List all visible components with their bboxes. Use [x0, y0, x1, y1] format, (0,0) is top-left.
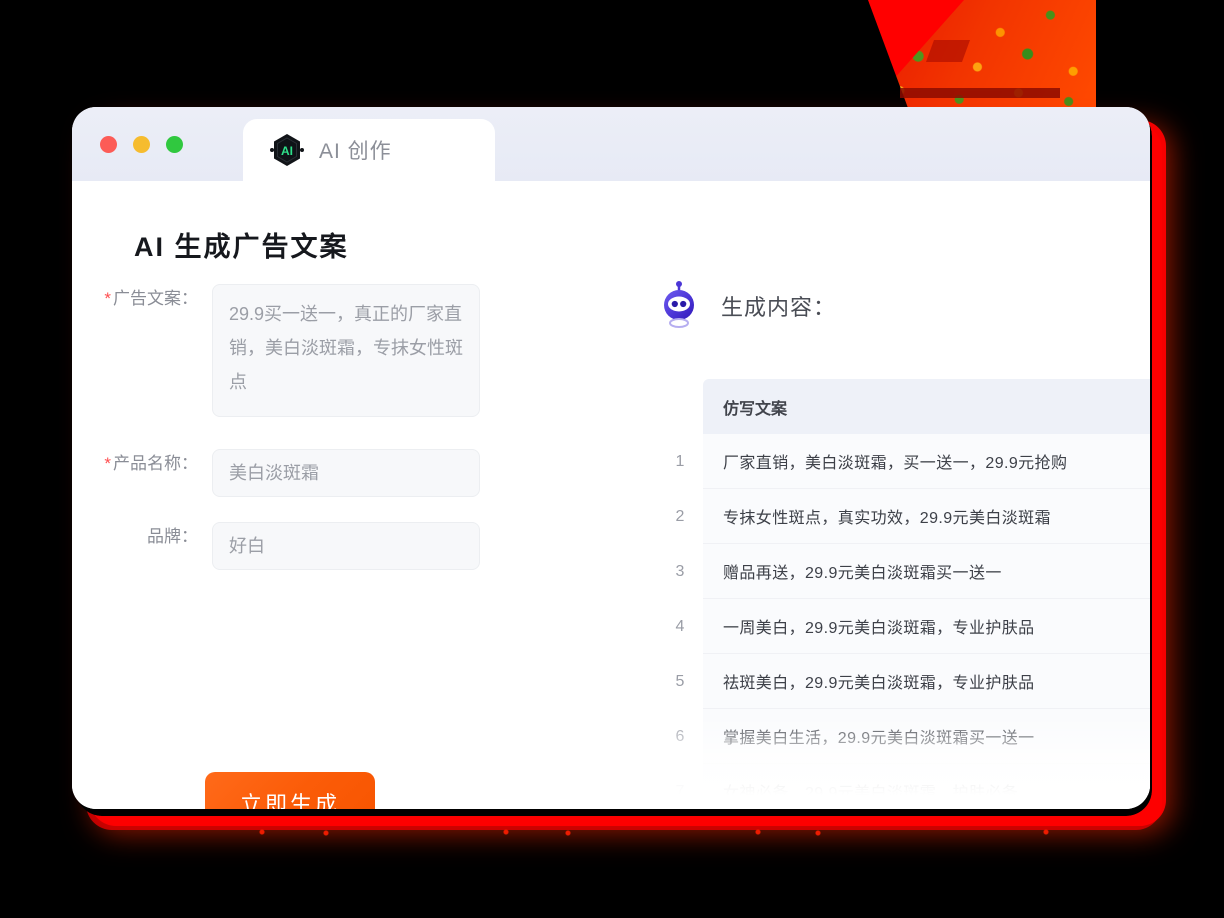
- page-title: AI 生成广告文案: [134, 232, 349, 262]
- row-cell-wrap: 女神必备，29.9元美白淡斑霜，护肤必备: [703, 764, 1150, 795]
- label-product-name: * 产品名称：: [72, 449, 212, 479]
- table-row[interactable]: 3 赠品再送，29.9元美白淡斑霜买一送一: [657, 544, 1150, 599]
- column-header-rewrite-copy: 仿写文案: [703, 379, 1150, 434]
- row-text: 一周美白，29.9元美白淡斑霜，专业护肤品: [723, 620, 1035, 637]
- row-index: 4: [675, 617, 685, 635]
- row-index: 3: [675, 562, 685, 580]
- row-card[interactable]: 厂家直销，美白淡斑霜，买一送一，29.9元抢购: [703, 434, 1150, 489]
- results-table-header-row: 仿写文案: [657, 379, 1150, 434]
- table-row[interactable]: 1 厂家直销，美白淡斑霜，买一送一，29.9元抢购: [657, 434, 1150, 489]
- ad-copy-textarea[interactable]: 29.9买一送一，真正的厂家直销，美白淡斑霜，专抹女性斑点: [212, 284, 480, 417]
- row-cell-wrap: 一周美白，29.9元美白淡斑霜，专业护肤品: [703, 599, 1150, 654]
- header-cell-wrap: 仿写文案: [703, 379, 1150, 434]
- table-row[interactable]: 4 一周美白，29.9元美白淡斑霜，专业护肤品: [657, 599, 1150, 654]
- row-text: 专抹女性斑点，真实功效，29.9元美白淡斑霜: [723, 510, 1051, 527]
- traffic-lights: [100, 136, 183, 153]
- form-row-product-name: * 产品名称： 美白淡斑霜: [72, 449, 480, 497]
- label-ad-copy-text: 广告文案：: [113, 289, 198, 308]
- row-card[interactable]: 掌握美白生活，29.9元美白淡斑霜买一送一: [703, 709, 1150, 764]
- row-cell-wrap: 厂家直销，美白淡斑霜，买一送一，29.9元抢购: [703, 434, 1150, 489]
- row-text: 女神必备，29.9元美白淡斑霜，护肤必备: [723, 785, 1019, 795]
- window-body: AI 生成广告文案 * 广告文案： 29.9买一送一，真正的厂家直销，美白淡斑霜，…: [72, 181, 1150, 809]
- form-row-brand: 品牌： 好白: [72, 522, 480, 570]
- tab-ai-creation[interactable]: AI AI 创作: [243, 119, 495, 183]
- row-index: 7: [675, 782, 685, 796]
- decorative-bar: [900, 88, 1060, 98]
- form-row-ad-copy: * 广告文案： 29.9买一送一，真正的厂家直销，美白淡斑霜，专抹女性斑点: [72, 284, 480, 417]
- row-card[interactable]: 赠品再送，29.9元美白淡斑霜买一送一: [703, 544, 1150, 599]
- required-asterisk-ad-copy: *: [104, 289, 111, 308]
- brand-input[interactable]: 好白: [212, 522, 480, 570]
- results-list[interactable]: 仿写文案 1 厂家直销，美白淡斑霜，买一送一，29.9元抢购 2 专抹女性斑点，…: [657, 379, 1150, 795]
- label-product-name-text: 产品名称：: [113, 454, 198, 473]
- row-index: 6: [675, 727, 685, 745]
- card-glow-dots: [240, 828, 1070, 838]
- row-text: 祛斑美白，29.9元美白淡斑霜，专业护肤品: [723, 675, 1035, 692]
- app-window: AI AI 创作 AI 生成广告文案 * 广告文案： 29.9买一送一，真正的厂家…: [72, 107, 1150, 809]
- table-row[interactable]: 6 掌握美白生活，29.9元美白淡斑霜买一送一: [657, 709, 1150, 764]
- row-text: 厂家直销，美白淡斑霜，买一送一，29.9元抢购: [723, 455, 1068, 472]
- required-asterisk-product-name: *: [104, 454, 111, 473]
- generate-button[interactable]: 立即生成: [205, 772, 375, 809]
- label-brand-text: 品牌：: [147, 527, 198, 546]
- row-index: 5: [675, 672, 685, 690]
- screen: AI AI 创作 AI 生成广告文案 * 广告文案： 29.9买一送一，真正的厂家…: [0, 0, 1224, 918]
- row-cell-wrap: 祛斑美白，29.9元美白淡斑霜，专业护肤品: [703, 654, 1150, 709]
- row-index: 2: [675, 507, 685, 525]
- maximize-window-icon[interactable]: [166, 136, 183, 153]
- table-row[interactable]: 2 专抹女性斑点，真实功效，29.9元美白淡斑霜: [657, 489, 1150, 544]
- minimize-window-icon[interactable]: [133, 136, 150, 153]
- ai-hexagon-logo-icon: AI: [269, 132, 305, 168]
- row-cell-wrap: 赠品再送，29.9元美白淡斑霜买一送一: [703, 544, 1150, 599]
- row-card[interactable]: 女神必备，29.9元美白淡斑霜，护肤必备: [703, 764, 1150, 795]
- row-card[interactable]: 专抹女性斑点，真实功效，29.9元美白淡斑霜: [703, 489, 1150, 544]
- row-index: 1: [675, 452, 685, 470]
- row-text: 掌握美白生活，29.9元美白淡斑霜买一送一: [723, 730, 1035, 747]
- results-panel: 生成内容： 仿写文案 1 厂家直销，美白淡斑霜，买一送一，29.9元抢购 2 专…: [592, 181, 1150, 809]
- window-titlebar: AI AI 创作: [72, 107, 1150, 183]
- row-card[interactable]: 一周美白，29.9元美白淡斑霜，专业护肤品: [703, 599, 1150, 654]
- close-window-icon[interactable]: [100, 136, 117, 153]
- row-cell-wrap: 掌握美白生活，29.9元美白淡斑霜买一送一: [703, 709, 1150, 764]
- robot-icon: [657, 281, 701, 331]
- row-card[interactable]: 祛斑美白，29.9元美白淡斑霜，专业护肤品: [703, 654, 1150, 709]
- form-panel: AI 生成广告文案 * 广告文案： 29.9买一送一，真正的厂家直销，美白淡斑霜，…: [72, 181, 592, 809]
- results-heading-group: 生成内容：: [657, 281, 836, 331]
- label-brand: 品牌：: [72, 522, 212, 552]
- tab-label: AI 创作: [319, 140, 392, 163]
- table-row[interactable]: 7 女神必备，29.9元美白淡斑霜，护肤必备: [657, 764, 1150, 795]
- label-ad-copy: * 广告文案：: [72, 284, 212, 314]
- row-cell-wrap: 专抹女性斑点，真实功效，29.9元美白淡斑霜: [703, 489, 1150, 544]
- product-name-input[interactable]: 美白淡斑霜: [212, 449, 480, 497]
- results-heading: 生成内容：: [721, 295, 837, 320]
- table-row[interactable]: 5 祛斑美白，29.9元美白淡斑霜，专业护肤品: [657, 654, 1150, 709]
- row-text: 赠品再送，29.9元美白淡斑霜买一送一: [723, 565, 1002, 582]
- svg-text:AI: AI: [281, 144, 293, 158]
